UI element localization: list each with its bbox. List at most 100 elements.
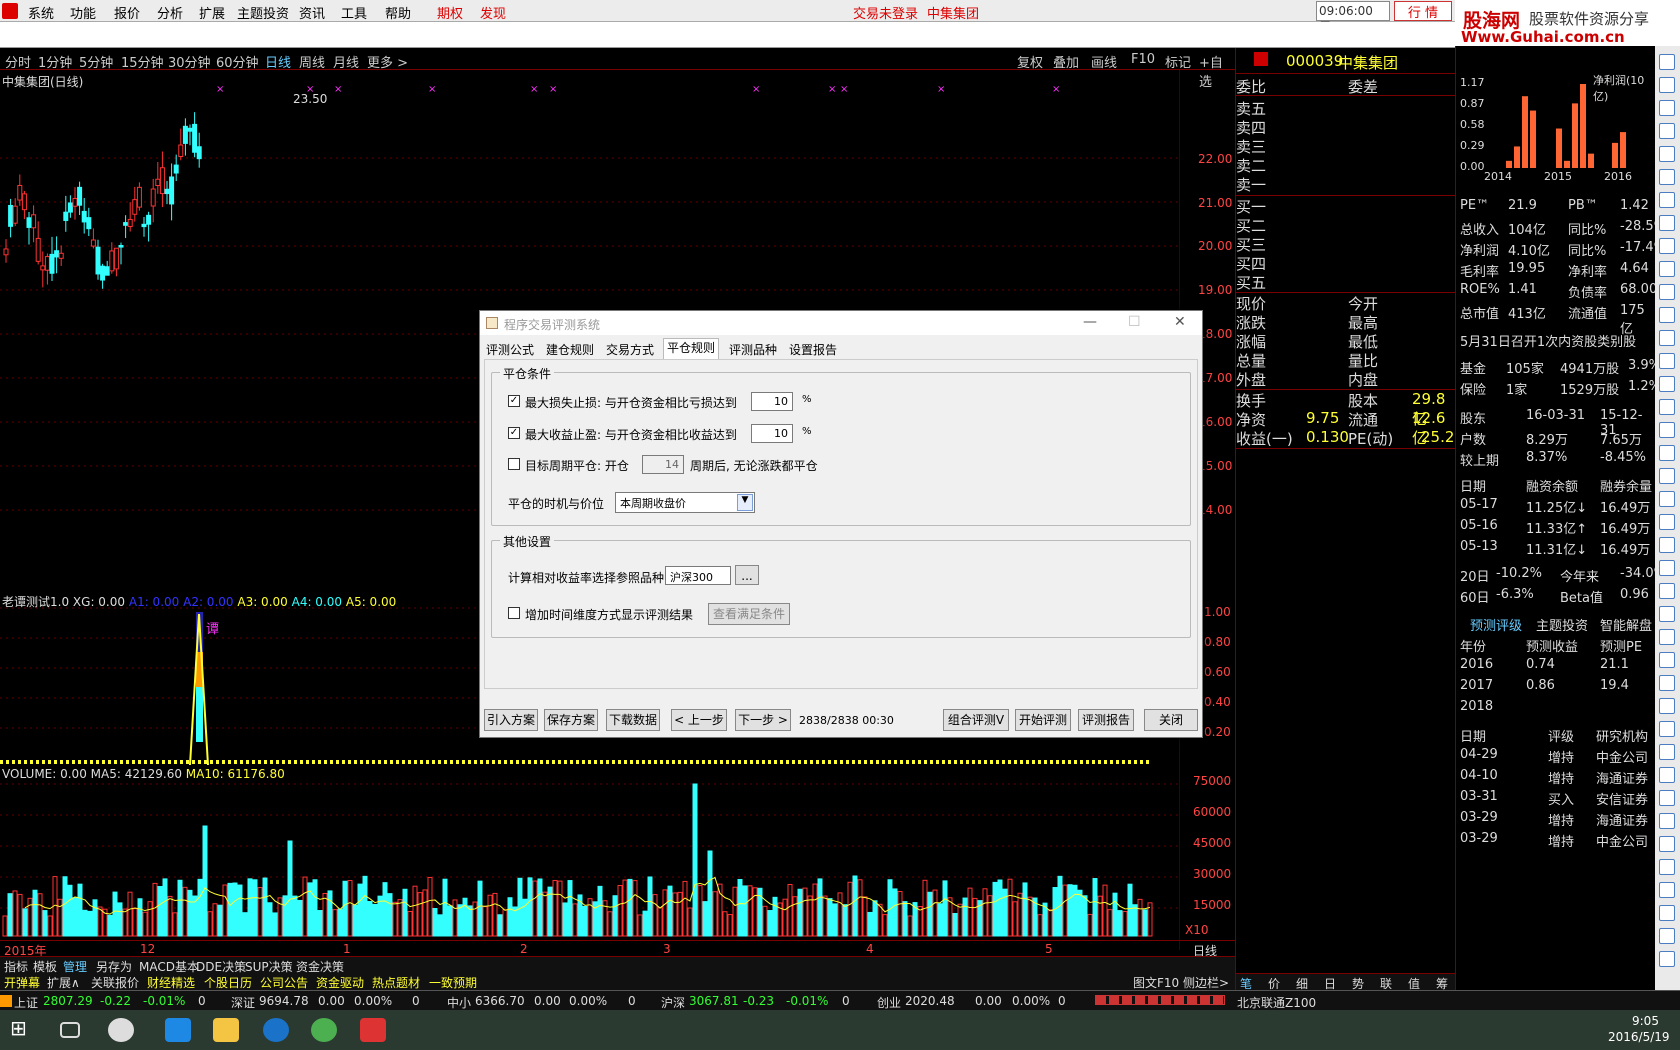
- side-tool-icon[interactable]: [1659, 54, 1675, 70]
- app-k-icon[interactable]: [263, 1018, 289, 1042]
- next-step-button[interactable]: 下一步 >: [735, 709, 791, 731]
- menu-theme[interactable]: 主题投资: [237, 3, 289, 22]
- period-close-input[interactable]: 14: [642, 455, 684, 474]
- side-tool-icon[interactable]: [1659, 238, 1675, 254]
- side-tool-icon[interactable]: [1659, 790, 1675, 806]
- reference-browse-button[interactable]: ...: [735, 565, 759, 585]
- menu-extend[interactable]: 扩展: [199, 3, 225, 22]
- tool-f10[interactable]: F10: [1131, 52, 1155, 67]
- period-day[interactable]: 日线: [265, 52, 291, 71]
- tab-extend[interactable]: 扩展∧: [47, 974, 80, 991]
- side-tool-icon[interactable]: [1659, 583, 1675, 599]
- side-tool-icon[interactable]: [1659, 422, 1675, 438]
- dialog-titlebar[interactable]: 程序交易评测系统 — ☐ ✕: [480, 311, 1202, 335]
- reference-input[interactable]: 沪深300: [665, 566, 731, 585]
- side-tool-icon[interactable]: [1659, 698, 1675, 714]
- tool-draw[interactable]: 画线: [1091, 52, 1117, 71]
- trading-app-icon[interactable]: [360, 1018, 386, 1042]
- side-tool-icon[interactable]: [1659, 284, 1675, 300]
- time-dimension-checkbox[interactable]: [508, 607, 520, 619]
- ptab-smart[interactable]: 智能解盘: [1600, 615, 1652, 634]
- side-tool-icon[interactable]: [1659, 767, 1675, 783]
- tab-danmu[interactable]: 开弹幕: [4, 974, 40, 991]
- close-icon[interactable]: ✕: [1174, 314, 1186, 330]
- tool-watchlist[interactable]: +自选: [1199, 52, 1235, 90]
- tab-hotspot[interactable]: 热点题材: [372, 974, 420, 991]
- tab-open-rules[interactable]: 建仓规则: [546, 341, 594, 358]
- period-5min[interactable]: 5分钟: [79, 52, 113, 71]
- side-tool-icon[interactable]: [1659, 744, 1675, 760]
- side-tool-icon[interactable]: [1659, 77, 1675, 93]
- stop-loss-checkbox[interactable]: ✓: [508, 395, 520, 407]
- test-report-button[interactable]: 评测报告: [1078, 709, 1134, 731]
- file-explorer-icon[interactable]: [213, 1018, 239, 1042]
- side-tool-icon[interactable]: [1659, 836, 1675, 852]
- timing-select[interactable]: 本周期收盘价 ▼: [615, 492, 755, 513]
- minimize-button[interactable]: —: [1083, 314, 1097, 330]
- tab-report-settings[interactable]: 设置报告: [789, 341, 837, 358]
- side-tool-icon[interactable]: [1659, 100, 1675, 116]
- menu-help[interactable]: 帮助: [385, 3, 411, 22]
- side-tool-icon[interactable]: [1659, 445, 1675, 461]
- ptab-theme[interactable]: 主题投资: [1536, 615, 1588, 634]
- side-tool-icon[interactable]: [1659, 169, 1675, 185]
- side-tool-icon[interactable]: [1659, 629, 1675, 645]
- tool-mark[interactable]: 标记: [1165, 52, 1191, 71]
- side-tool-icon[interactable]: [1659, 675, 1675, 691]
- menu-system[interactable]: 系统: [28, 3, 54, 22]
- tab-forecast[interactable]: 一致预期: [429, 974, 477, 991]
- taskbar-time[interactable]: 9:05: [1632, 1014, 1659, 1028]
- tab-related[interactable]: 关联报价: [91, 974, 139, 991]
- tab-f10[interactable]: 图文F10: [1133, 974, 1179, 991]
- period-30min[interactable]: 30分钟: [168, 52, 211, 71]
- side-tool-icon[interactable]: [1659, 514, 1675, 530]
- menu-news[interactable]: 资讯: [299, 3, 325, 22]
- side-tool-icon[interactable]: [1659, 307, 1675, 323]
- edge-browser-icon[interactable]: [165, 1018, 191, 1042]
- ptab-rating[interactable]: 预测评级: [1470, 615, 1522, 634]
- side-tool-icon[interactable]: [1659, 330, 1675, 346]
- volume-chart[interactable]: [0, 770, 1180, 950]
- side-tool-icon[interactable]: [1659, 928, 1675, 944]
- take-profit-checkbox[interactable]: ✓: [508, 427, 520, 439]
- prev-step-button[interactable]: < 上一步: [671, 709, 727, 731]
- menu-function[interactable]: 功能: [70, 3, 96, 22]
- tab-sidebar[interactable]: 侧边栏>: [1183, 974, 1229, 991]
- windows-start-icon[interactable]: ⊞: [10, 1016, 36, 1040]
- side-tool-icon[interactable]: [1659, 606, 1675, 622]
- save-plan-button[interactable]: 保存方案: [544, 709, 598, 731]
- import-plan-button[interactable]: 引入方案: [484, 709, 538, 731]
- trade-button[interactable]: 行 情: [1394, 1, 1452, 21]
- stop-loss-input[interactable]: 10: [751, 392, 793, 411]
- menu-discover[interactable]: 发现: [480, 3, 506, 22]
- side-tool-icon[interactable]: [1659, 192, 1675, 208]
- period-month[interactable]: 月线: [333, 52, 359, 71]
- server-status[interactable]: 北京联通Z100: [1237, 994, 1316, 1011]
- side-tool-icon[interactable]: [1659, 537, 1675, 553]
- task-view-icon[interactable]: [60, 1022, 80, 1038]
- side-tool-icon[interactable]: [1659, 721, 1675, 737]
- combo-test-button[interactable]: 组合评测V: [943, 709, 1009, 731]
- side-tool-icon[interactable]: [1659, 491, 1675, 507]
- start-test-button[interactable]: 开始评测: [1015, 709, 1071, 731]
- side-tool-icon[interactable]: [1659, 859, 1675, 875]
- side-tool-icon[interactable]: [1659, 652, 1675, 668]
- period-1min[interactable]: 1分钟: [38, 52, 72, 71]
- tab-close-rules[interactable]: 平仓规则: [663, 338, 720, 359]
- side-tool-icon[interactable]: [1659, 951, 1675, 967]
- app-e-icon[interactable]: [311, 1018, 337, 1042]
- side-tool-icon[interactable]: [1659, 215, 1675, 231]
- side-tool-icon[interactable]: [1659, 376, 1675, 392]
- take-profit-input[interactable]: 10: [751, 424, 793, 443]
- tool-adjust[interactable]: 复权: [1017, 52, 1043, 71]
- view-conditions-button[interactable]: 查看满足条件: [708, 603, 790, 625]
- tab-formula[interactable]: 评测公式: [486, 341, 534, 358]
- tab-trade-mode[interactable]: 交易方式: [606, 341, 654, 358]
- side-tool-icon[interactable]: [1659, 123, 1675, 139]
- menu-options[interactable]: 期权: [437, 3, 463, 22]
- close-button[interactable]: 关闭: [1144, 709, 1198, 731]
- maximize-button[interactable]: ☐: [1128, 314, 1141, 330]
- side-tool-icon[interactable]: [1659, 560, 1675, 576]
- menu-analysis[interactable]: 分析: [157, 3, 183, 22]
- side-tool-icon[interactable]: [1659, 353, 1675, 369]
